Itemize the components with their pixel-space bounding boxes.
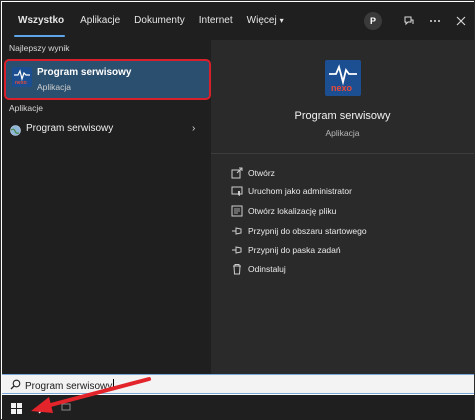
- action-open[interactable]: Otwórz: [231, 166, 451, 182]
- search-input[interactable]: Program serwisowy: [25, 379, 115, 392]
- feedback-icon[interactable]: [396, 2, 422, 40]
- search-box[interactable]: Program serwisowy: [2, 374, 474, 394]
- nexo-large-logo-icon: nexo: [325, 60, 361, 96]
- account-avatar[interactable]: P: [364, 12, 382, 30]
- start-search-panel: Wszystko Aplikacje Dokumenty Internet Wi…: [2, 2, 474, 374]
- action-pin-to-taskbar-label: Przypnij do paska zadań: [248, 245, 341, 255]
- chevron-right-icon[interactable]: ›: [192, 123, 195, 134]
- globe-icon: [10, 123, 21, 141]
- action-uninstall-label: Odinstaluj: [248, 264, 286, 274]
- action-open-label: Otwórz: [248, 168, 275, 178]
- apps-heading: Aplikacje: [9, 103, 44, 113]
- best-match-item[interactable]: nexo Program serwisowy Aplikacja: [4, 59, 211, 100]
- folder-icon: [231, 205, 243, 217]
- details-subtitle: Aplikacja: [325, 128, 360, 138]
- details-divider: [211, 153, 474, 154]
- more-options-icon[interactable]: [422, 2, 448, 40]
- tab-web[interactable]: Internet: [192, 2, 240, 40]
- nexo-logo-icon: nexo: [12, 67, 32, 87]
- top-right-controls: P: [364, 2, 474, 40]
- search-input-value: Program serwisowy: [25, 381, 113, 392]
- tab-more-label: Więcej: [246, 15, 277, 26]
- best-match-title: Program serwisowy: [37, 67, 132, 78]
- taskbar: [2, 395, 474, 420]
- best-match-subtitle: Aplikacja: [37, 82, 72, 92]
- windows-start-icon[interactable]: [11, 403, 22, 414]
- results-list: Najlepszy wynik nexo Program serwisowy A…: [2, 40, 211, 374]
- text-cursor: [113, 379, 115, 390]
- details-title: Program serwisowy: [294, 110, 391, 122]
- pin-taskbar-icon: [232, 246, 242, 254]
- open-icon: [231, 167, 243, 179]
- tab-more[interactable]: Więcej ▾: [240, 2, 291, 40]
- app-result-item[interactable]: Program serwisowy ›: [2, 120, 209, 140]
- taskbar-search-icon[interactable]: [38, 401, 51, 414]
- action-pin-to-start-label: Przypnij do obszaru startowego: [248, 226, 367, 236]
- search-icon: [10, 379, 21, 390]
- chevron-down-icon: ▾: [279, 16, 284, 25]
- logo-text: nexo: [331, 83, 353, 93]
- task-view-icon[interactable]: [60, 401, 72, 413]
- action-open-file-location-label: Otwórz lokalizację pliku: [248, 206, 337, 216]
- trash-icon: [233, 264, 241, 275]
- tab-apps[interactable]: Aplikacje: [73, 2, 127, 40]
- action-uninstall[interactable]: Odinstaluj: [231, 262, 451, 278]
- tab-documents[interactable]: Dokumenty: [127, 2, 192, 40]
- svg-text:nexo: nexo: [15, 80, 27, 86]
- app-result-name: Program serwisowy: [26, 123, 114, 134]
- action-run-as-admin[interactable]: Uruchom jako administrator: [231, 184, 451, 200]
- pin-icon: [232, 227, 242, 235]
- screenshot-frame: Wszystko Aplikacje Dokumenty Internet Wi…: [0, 0, 475, 420]
- action-pin-to-start[interactable]: Przypnij do obszaru startowego: [231, 224, 451, 240]
- close-icon[interactable]: [448, 2, 474, 40]
- admin-icon: [231, 186, 243, 196]
- tab-all[interactable]: Wszystko: [2, 2, 73, 40]
- action-open-file-location[interactable]: Otwórz lokalizację pliku: [231, 204, 451, 220]
- details-pane: nexo Program serwisowy Aplikacja Otwórz …: [211, 40, 474, 374]
- action-run-as-admin-label: Uruchom jako administrator: [248, 186, 352, 196]
- best-match-heading: Najlepszy wynik: [9, 43, 70, 53]
- action-pin-to-taskbar[interactable]: Przypnij do paska zadań: [231, 243, 451, 259]
